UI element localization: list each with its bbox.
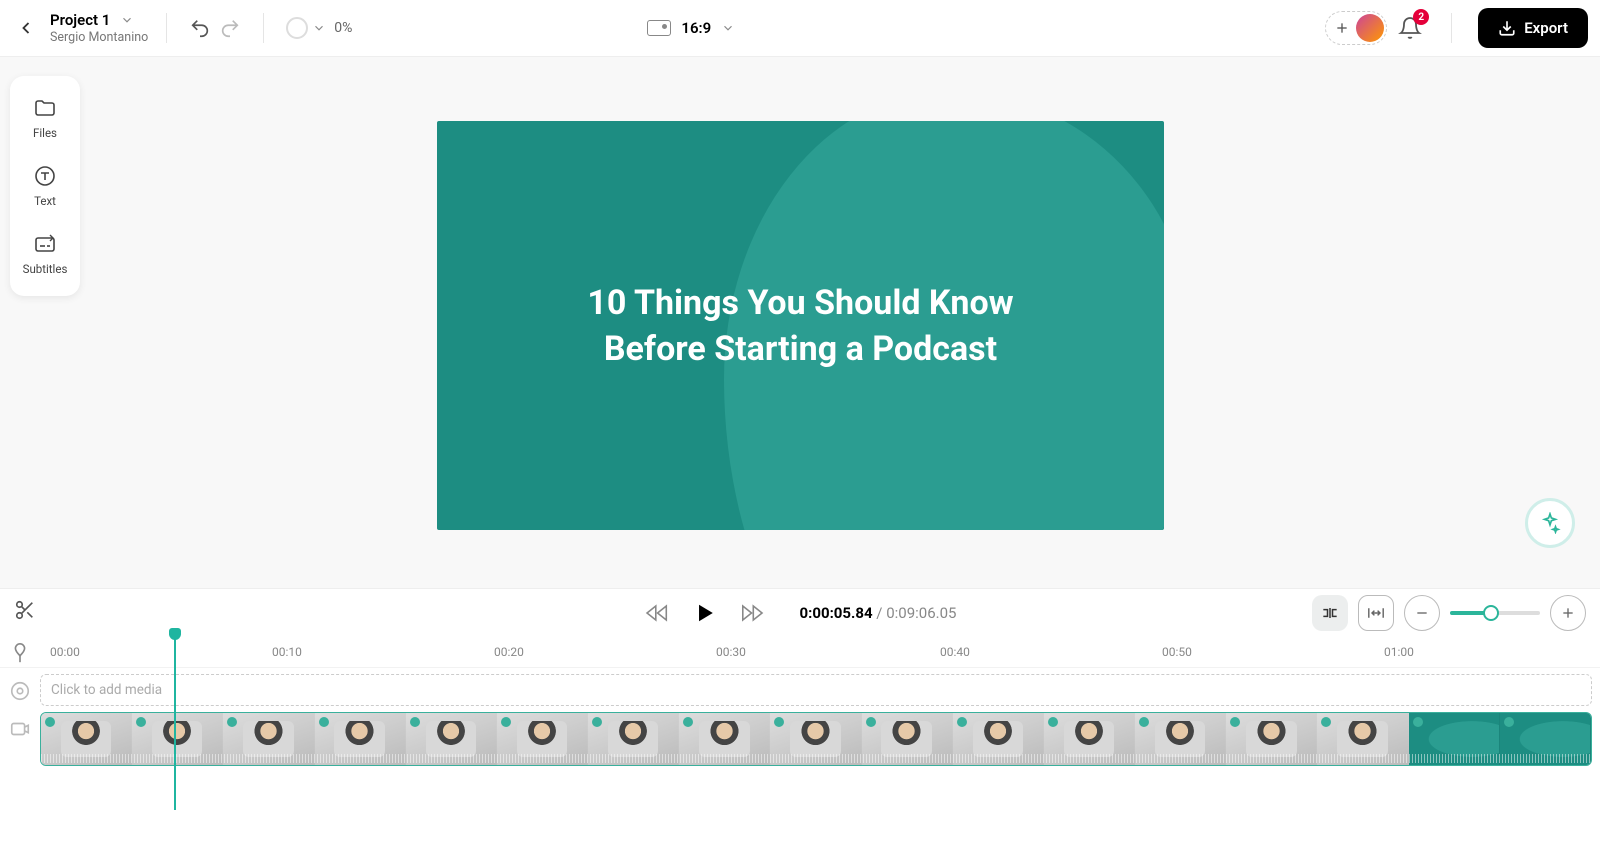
- chevron-down-icon: [721, 21, 735, 35]
- play-button[interactable]: [694, 601, 716, 625]
- time-separator: /: [873, 604, 887, 622]
- sidebar-item-label: Text: [34, 194, 56, 208]
- project-title[interactable]: Project 1: [50, 11, 110, 29]
- redo-button[interactable]: [215, 13, 245, 43]
- ruler-mark: 00:40: [940, 645, 970, 659]
- playhead[interactable]: [174, 630, 176, 810]
- fast-forward-button[interactable]: [738, 602, 766, 624]
- progress-percent: 0%: [334, 20, 352, 36]
- header-right: 2 Export: [1325, 8, 1588, 48]
- fit-button[interactable]: [1358, 595, 1394, 631]
- zoom-in-button[interactable]: [1550, 595, 1586, 631]
- play-icon: [694, 601, 716, 625]
- plus-icon: [1334, 20, 1350, 36]
- add-media-placeholder: Click to add media: [51, 682, 162, 698]
- divider: [166, 13, 167, 43]
- avatar[interactable]: [1356, 14, 1384, 42]
- chevron-down-icon[interactable]: [312, 21, 326, 35]
- current-time: 0:00:05.84: [800, 604, 873, 622]
- video-preview[interactable]: 10 Things You Should Know Before Startin…: [437, 121, 1164, 530]
- sparkle-icon: [1539, 512, 1561, 534]
- notifications-button[interactable]: 2: [1395, 13, 1425, 43]
- split-button[interactable]: [14, 599, 42, 627]
- divider: [1451, 13, 1452, 43]
- notification-badge: 2: [1413, 9, 1429, 25]
- playback-right-tools: [1312, 595, 1586, 631]
- playback-controls: 0:00:05.84 / 0:09:06.05: [644, 601, 957, 625]
- sidebar-item-label: Subtitles: [23, 262, 68, 276]
- project-owner: Sergio Montanino: [50, 30, 148, 45]
- time-display: 0:00:05.84 / 0:09:06.05: [800, 604, 957, 622]
- rewind-icon: [644, 602, 672, 624]
- sidebar: Files Text Subtitles: [10, 76, 80, 296]
- rewind-button[interactable]: [644, 602, 672, 624]
- undo-button[interactable]: [185, 13, 215, 43]
- add-collaborator-button[interactable]: [1328, 14, 1356, 42]
- add-media-lane[interactable]: Click to add media: [40, 674, 1592, 706]
- aspect-ratio-label: 16:9: [681, 19, 711, 37]
- fit-icon: [1366, 605, 1386, 621]
- sidebar-item-files[interactable]: Files: [10, 84, 80, 152]
- sidebar-item-subtitles[interactable]: Subtitles: [10, 220, 80, 288]
- timeline: 00:00 00:10 00:20 00:30 00:40 00:50 01:00 Clic…: [0, 636, 1600, 850]
- aspect-ratio-selector[interactable]: 16:9: [647, 19, 735, 37]
- ruler-mark: 01:00: [1384, 645, 1414, 659]
- divider: [263, 13, 264, 43]
- ai-sparkle-button[interactable]: [1525, 498, 1575, 548]
- export-button[interactable]: Export: [1478, 8, 1588, 48]
- subtitles-icon: [33, 232, 57, 256]
- preview-title: 10 Things You Should Know Before Startin…: [437, 281, 1164, 373]
- aspect-ratio-icon: [647, 20, 671, 36]
- sidebar-item-label: Files: [33, 126, 57, 140]
- chevron-down-icon[interactable]: [120, 13, 134, 27]
- zoom-slider[interactable]: [1450, 611, 1540, 615]
- total-time: 0:09:06.05: [886, 604, 956, 622]
- undo-icon: [189, 17, 211, 39]
- progress-circle-icon: [286, 17, 308, 39]
- zoom-thumb[interactable]: [1483, 605, 1499, 621]
- collaborators[interactable]: [1325, 11, 1387, 45]
- preview-line1: 10 Things You Should Know: [587, 283, 1013, 323]
- ruler-mark: 00:00: [50, 645, 80, 659]
- export-label: Export: [1524, 19, 1568, 37]
- fast-forward-icon: [738, 602, 766, 624]
- audio-waveform: [41, 754, 1591, 763]
- preview-line2: Before Starting a Podcast: [604, 329, 997, 369]
- minus-icon: [1414, 605, 1430, 621]
- plus-icon: [1560, 605, 1576, 621]
- sidebar-item-text[interactable]: Text: [10, 152, 80, 220]
- back-button[interactable]: [12, 14, 40, 42]
- snap-button[interactable]: [1312, 595, 1348, 631]
- redo-icon: [219, 17, 241, 39]
- snap-icon: [1319, 603, 1341, 623]
- project-info: Project 1 Sergio Montanino: [50, 11, 148, 45]
- folder-icon: [33, 96, 57, 120]
- top-header: Project 1 Sergio Montanino 0% 16:9 2: [0, 0, 1600, 57]
- ruler-mark: 00:10: [272, 645, 302, 659]
- text-icon: [33, 164, 57, 188]
- zoom-out-button[interactable]: [1404, 595, 1440, 631]
- timeline-ruler[interactable]: 00:00 00:10 00:20 00:30 00:40 00:50 01:00: [0, 636, 1600, 668]
- scissors-icon: [14, 599, 36, 621]
- video-track[interactable]: [40, 712, 1592, 766]
- ruler-mark: 00:20: [494, 645, 524, 659]
- chevron-left-icon: [16, 18, 36, 38]
- progress-indicator[interactable]: [282, 13, 312, 43]
- playback-bar: 0:00:05.84 / 0:09:06.05: [0, 588, 1600, 636]
- ruler-mark: 00:30: [716, 645, 746, 659]
- ruler-mark: 00:50: [1162, 645, 1192, 659]
- layer-icon[interactable]: [9, 680, 31, 702]
- video-lane-icon[interactable]: [9, 718, 31, 740]
- download-icon: [1498, 19, 1516, 37]
